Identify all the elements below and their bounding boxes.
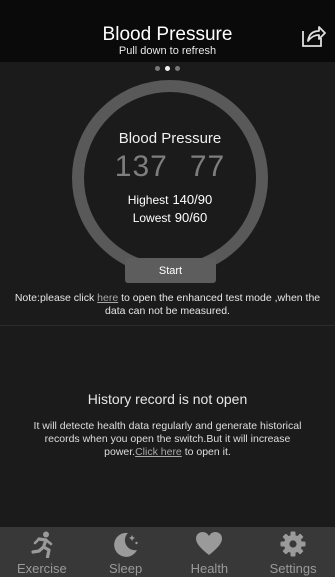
note-suffix: to open the enhanced test mode ,when the… (105, 292, 321, 317)
highest-row: Highest 140/90 (72, 192, 268, 207)
nav-label-exercise: Exercise (16, 561, 67, 576)
enhanced-mode-note: Note:please click here to open the enhan… (5, 292, 330, 318)
page-dot (175, 66, 180, 71)
nav-item-exercise[interactable]: Exercise (0, 527, 84, 577)
nav-label-sleep: Sleep (109, 561, 143, 576)
pull-to-refresh-hint: Pull down to refresh (118, 45, 217, 57)
lowest-row: Lowest 90/60 (72, 210, 268, 225)
moon-icon (113, 532, 138, 557)
share-icon[interactable] (300, 23, 326, 49)
lowest-label: Lowest (132, 211, 171, 225)
gear-icon (280, 531, 306, 557)
history-description: It will detecte health data regularly an… (22, 420, 313, 459)
gauge-title: Blood Pressure (118, 130, 222, 147)
enhanced-mode-link[interactable]: here (97, 292, 118, 304)
highest-label: Highest (127, 193, 169, 207)
history-suffix: to open it. (181, 446, 231, 458)
page-dot (155, 66, 160, 71)
nav-item-sleep[interactable]: Sleep (84, 527, 168, 577)
start-button[interactable]: Start (125, 258, 216, 283)
lowest-value: 90/60 (174, 210, 208, 225)
note-prefix: Note:please click (14, 292, 98, 304)
page-indicator (0, 66, 335, 71)
bottom-nav: Exercise Sleep Health Settings (0, 527, 335, 577)
nav-item-settings[interactable]: Settings (251, 527, 335, 577)
nav-label-health: Health (190, 561, 229, 576)
divider (0, 325, 335, 326)
running-icon (31, 531, 53, 558)
header: Blood Pressure Pull down to refresh (0, 0, 335, 62)
page-title: Blood Pressure (102, 24, 233, 45)
nav-label-settings: Settings (269, 561, 317, 576)
blood-pressure-reading: 137 77 (72, 150, 268, 184)
history-enable-link[interactable]: Click here (135, 446, 182, 458)
history-title: History record is not open (87, 391, 248, 407)
blood-pressure-screen: Blood Pressure Pull down to refresh Bloo… (0, 0, 335, 577)
nav-item-health[interactable]: Health (168, 527, 252, 577)
systolic-value: 137 (114, 150, 168, 183)
heart-icon (196, 532, 223, 555)
highest-value: 140/90 (172, 192, 213, 207)
diastolic-value: 77 (189, 150, 226, 183)
page-dot-active (165, 66, 170, 71)
